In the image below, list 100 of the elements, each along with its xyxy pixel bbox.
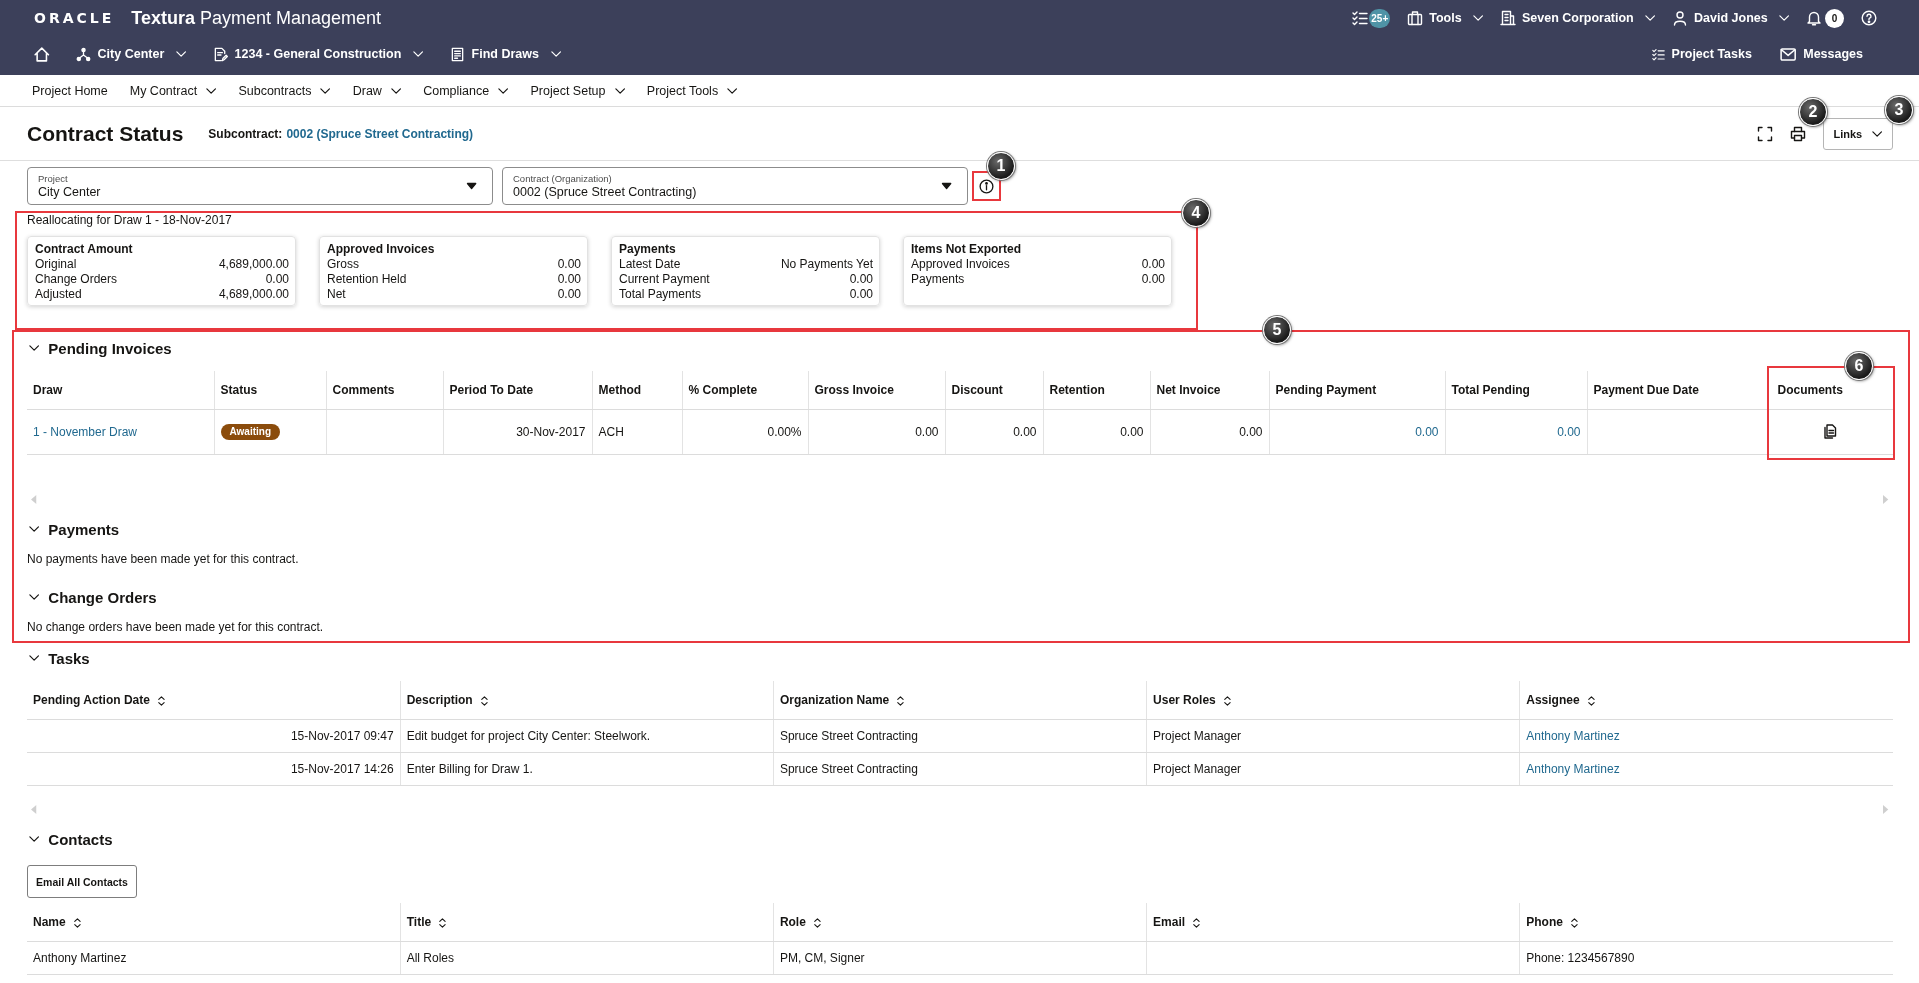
nav-menu-item[interactable]: Project Tools xyxy=(646,83,738,98)
app-title: Textura Payment Management xyxy=(131,7,382,29)
select-field[interactable]: Contract (Organization) 0002 (Spruce Street Contracting) xyxy=(502,167,968,205)
card-title: Payments xyxy=(619,242,677,257)
nav-menu-item[interactable]: Draw xyxy=(352,83,402,98)
fullscreen-icon[interactable] xyxy=(1757,125,1773,142)
table-cell: All Roles xyxy=(400,941,774,974)
column-header[interactable]: User Roles xyxy=(1146,681,1520,719)
column-header: Discount xyxy=(945,371,1043,409)
amount-value: 0.00 xyxy=(265,272,289,287)
section-header[interactable]: Payments xyxy=(27,517,120,541)
document-edit-icon xyxy=(212,46,228,62)
page-title: Contract Status xyxy=(27,121,184,146)
contract-menu-button[interactable]: 1234 - General Construction xyxy=(212,46,424,62)
caret-down-icon xyxy=(466,183,476,189)
column-header: % Complete xyxy=(682,371,808,409)
column-header[interactable]: Pending Action Date xyxy=(27,681,401,719)
table-cell: Spruce Street Contracting xyxy=(773,719,1147,752)
table-cell: 0.00 xyxy=(945,409,1043,454)
field-label: Project xyxy=(38,172,69,185)
draws-menu-button[interactable]: Find Draws xyxy=(449,46,562,62)
table-cell: Enter Billing for Draw 1. xyxy=(400,752,774,785)
field-label: Contract (Organization) xyxy=(513,172,613,185)
building-icon xyxy=(1499,10,1516,26)
amount-value: 0.00 xyxy=(1141,272,1165,287)
info-icon[interactable] xyxy=(979,178,994,194)
table-cell: 0.00 xyxy=(1043,409,1150,454)
checklist-icon xyxy=(1651,47,1665,61)
table-cell: 30-Nov-2017 xyxy=(443,409,592,454)
table-link[interactable]: 0.00 xyxy=(1415,424,1439,439)
notifications-button[interactable]: 0 xyxy=(1806,6,1844,30)
messages-button[interactable]: Messages xyxy=(1779,47,1863,61)
list-document-icon xyxy=(449,46,465,62)
documents-icon[interactable] xyxy=(1824,424,1837,440)
user-icon xyxy=(1672,10,1689,26)
column-header[interactable]: Description xyxy=(400,681,774,719)
amount-label: Change Orders xyxy=(35,272,118,287)
nav-menu-item[interactable]: Project Setup xyxy=(530,83,625,98)
field-value: City Center xyxy=(38,184,102,200)
column-header[interactable]: Phone xyxy=(1519,903,1893,941)
subcontract-link[interactable]: 0002 (Spruce Street Contracting) xyxy=(286,126,474,141)
nav-menu-item[interactable]: Subcontracts xyxy=(238,83,331,98)
project-tasks-button[interactable]: Project Tasks xyxy=(1651,47,1752,61)
section-header[interactable]: Change Orders xyxy=(27,585,157,609)
amount-label: Total Payments xyxy=(619,287,702,302)
empty-state-message: No change orders have been made yet for this contract. xyxy=(27,620,325,634)
column-header: Retention xyxy=(1043,371,1150,409)
callout-marker: 1 xyxy=(987,152,1015,180)
callout-marker: 6 xyxy=(1845,352,1873,380)
subcontract-label: Subcontract: xyxy=(208,126,283,141)
print-icon[interactable] xyxy=(1790,125,1806,142)
branch-icon xyxy=(75,46,91,62)
home-icon[interactable] xyxy=(34,46,50,62)
organization-menu-button[interactable]: Seven Corporation xyxy=(1499,6,1656,30)
nav-menu-item[interactable]: My Contract xyxy=(129,83,217,98)
table-link[interactable]: Anthony Martinez xyxy=(1526,761,1620,776)
amount-label: Gross xyxy=(327,257,359,272)
tools-menu-button[interactable]: Tools xyxy=(1407,6,1483,30)
section-header[interactable]: Pending Invoices xyxy=(27,336,172,360)
email-all-button[interactable]: Email All Contacts xyxy=(27,865,137,898)
column-header[interactable]: Name xyxy=(27,903,401,941)
table-cell: Phone: 1234567890 xyxy=(1519,941,1893,974)
logo-wordmark: ORACLE xyxy=(34,10,115,26)
table-cell: Edit budget for project City Center: Steelwork. xyxy=(400,719,774,752)
nav-menu-item[interactable]: Compliance xyxy=(423,83,509,98)
amount-label: Approved Invoices xyxy=(911,257,1010,272)
amount-value: 0.00 xyxy=(1141,257,1165,272)
table-link[interactable]: 1 - November Draw xyxy=(33,424,138,439)
table-cell: 15-Nov-2017 14:26 xyxy=(27,752,401,785)
column-header: Comments xyxy=(326,371,443,409)
nav-menu-item[interactable]: Project Home xyxy=(32,83,108,98)
column-header: Gross Invoice xyxy=(808,371,945,409)
column-header[interactable]: Role xyxy=(773,903,1147,941)
table-link[interactable]: 0.00 xyxy=(1557,424,1581,439)
column-header[interactable]: Email xyxy=(1146,903,1520,941)
section-header[interactable]: Contacts xyxy=(27,827,113,851)
callout-marker: 3 xyxy=(1885,95,1913,124)
table-link[interactable]: Anthony Martinez xyxy=(1526,728,1620,743)
column-header: Pending Payment xyxy=(1269,371,1445,409)
amount-value: 4,689,000.00 xyxy=(218,287,289,302)
column-header[interactable]: Organization Name xyxy=(773,681,1147,719)
column-header: Method xyxy=(592,371,682,409)
bell-icon xyxy=(1806,10,1822,26)
table-cell: Anthony Martinez xyxy=(27,941,401,974)
section-header[interactable]: Tasks xyxy=(27,646,90,670)
amount-label: Original xyxy=(35,257,77,272)
count-badge: 25+ xyxy=(1369,8,1391,28)
table-cell: ACH xyxy=(592,409,682,454)
user-menu-button[interactable]: David Jones xyxy=(1672,6,1789,30)
amount-value: 4,689,000.00 xyxy=(218,257,289,272)
column-header[interactable]: Title xyxy=(400,903,774,941)
table-cell: Project Manager xyxy=(1146,719,1520,752)
table-cell: 15-Nov-2017 09:47 xyxy=(27,719,401,752)
table-cell: 0.00 xyxy=(1150,409,1269,454)
help-icon[interactable] xyxy=(1861,10,1877,26)
select-field[interactable]: Project City Center xyxy=(27,167,493,205)
amount-label: Adjusted xyxy=(35,287,82,302)
column-header[interactable]: Assignee xyxy=(1519,681,1893,719)
project-menu-button[interactable]: City Center xyxy=(75,46,187,62)
amount-value: 0.00 xyxy=(557,272,581,287)
